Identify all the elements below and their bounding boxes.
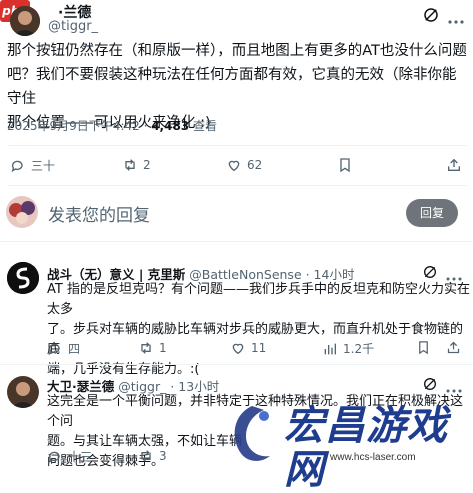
reply-avatar[interactable] xyxy=(7,262,39,294)
repost-icon xyxy=(125,159,135,171)
grok-icon[interactable] xyxy=(422,6,440,28)
reply-icon xyxy=(48,451,60,463)
timestamp[interactable]: 2025年9月9日下午4:42 · xyxy=(7,119,151,133)
watermark-title: 宏昌游戏网 xyxy=(284,403,448,493)
share-icon[interactable] xyxy=(446,340,461,359)
bookmark-icon[interactable] xyxy=(416,340,431,359)
reply-action[interactable]: 三十 xyxy=(10,157,55,174)
like-action[interactable]: 11 xyxy=(230,340,266,356)
divider xyxy=(0,241,473,242)
reply-action[interactable]: 十三 xyxy=(47,448,92,465)
divider xyxy=(0,364,473,365)
reply-count: 四 xyxy=(68,342,81,356)
author-handle[interactable]: @tiggr_ xyxy=(48,19,98,34)
reply-count: 三十 xyxy=(31,159,56,173)
views-action[interactable]: 1.2千 xyxy=(322,340,374,357)
tweet-line: 吧？我们不要假装这种玩法在任何方面都有效，它真的无效（除非你能守住 xyxy=(7,67,457,107)
divider xyxy=(7,185,467,186)
reply-action[interactable]: 四 xyxy=(47,340,80,357)
repost-icon xyxy=(141,342,151,354)
heart-icon xyxy=(228,160,240,172)
repost-count: 3 xyxy=(159,449,167,463)
repost-count: 1 xyxy=(159,341,167,355)
watermark: 宏昌游戏网 www.hcs-laser.com xyxy=(222,398,473,492)
views-label: 查看 xyxy=(189,119,217,133)
views-count: 1.2千 xyxy=(343,342,375,356)
share-icon[interactable] xyxy=(446,157,462,177)
views-count: 4,483 xyxy=(151,119,190,133)
reply-line: AT 指的是反坦克吗？有个问题——我们步兵手中的反坦克和防空火力实在太多 xyxy=(47,282,470,317)
divider xyxy=(7,145,467,146)
bookmark-icon[interactable] xyxy=(337,157,353,177)
repost-action[interactable]: 3 xyxy=(138,448,167,464)
like-count: 11 xyxy=(251,341,267,355)
heart-icon xyxy=(232,343,244,355)
user-avatar[interactable] xyxy=(6,196,38,228)
tweet-line: 那个按钮仍然存在（和原版一样），而且地图上有更多的AT也没什么问题 xyxy=(7,43,467,59)
watermark-logo-icon xyxy=(234,406,270,461)
reply-count: 十三 xyxy=(68,450,93,464)
reply-icon xyxy=(11,160,23,172)
tweet-meta: 2025年9月9日下午4:42 · 4,483 查看 xyxy=(7,117,217,134)
more-dots-icon[interactable] xyxy=(448,13,464,28)
reply-text: AT 指的是反坦克吗？有个问题——我们步兵手中的反坦克和防空火力实在太多 了。步… xyxy=(47,280,471,380)
watermark-url: www.hcs-laser.com xyxy=(330,452,416,463)
repost-icon xyxy=(141,450,151,462)
repost-action[interactable]: 1 xyxy=(138,340,167,356)
reply-button[interactable]: 回复 xyxy=(406,199,458,227)
views-chart-icon xyxy=(324,343,336,354)
reply-avatar[interactable] xyxy=(7,376,39,408)
like-count: 62 xyxy=(247,158,263,172)
author-avatar[interactable] xyxy=(10,6,40,36)
repost-action[interactable]: 2 xyxy=(122,157,151,173)
like-action[interactable]: 62 xyxy=(226,157,262,173)
repost-count: 2 xyxy=(143,158,151,172)
compose-input[interactable]: 发表您的回复 xyxy=(48,201,150,226)
reply-icon xyxy=(48,343,60,355)
